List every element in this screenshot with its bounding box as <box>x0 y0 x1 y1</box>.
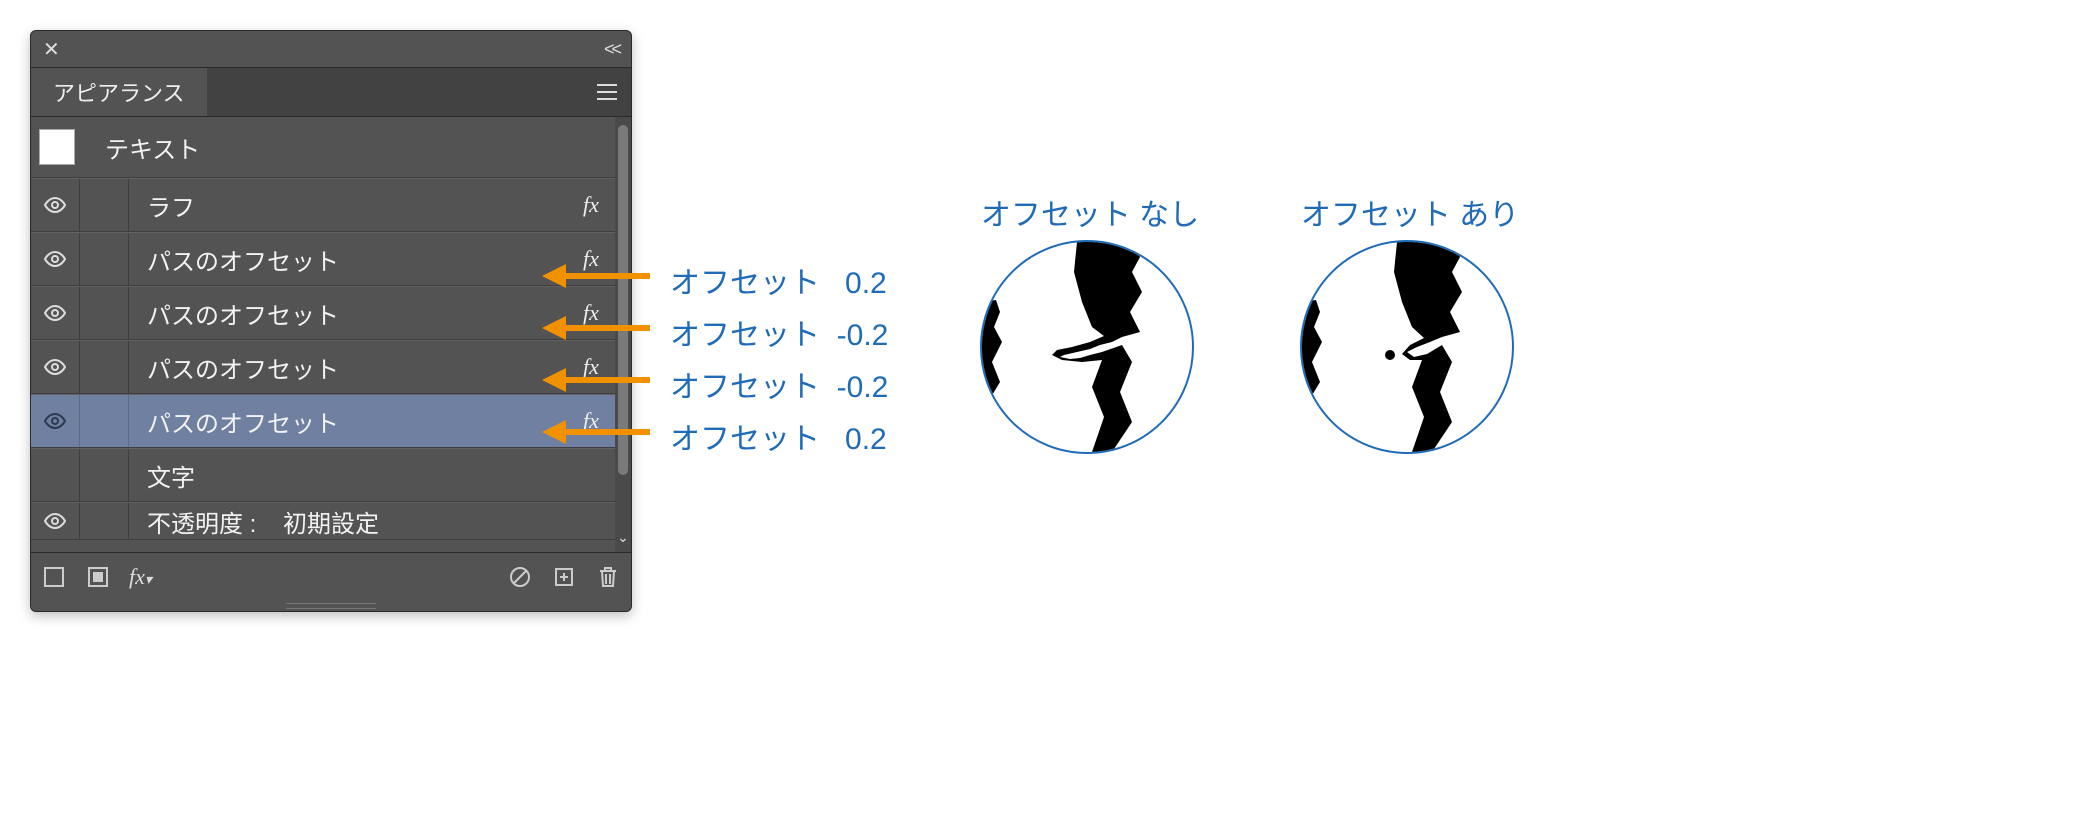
annotation-text-3: オフセット -0.2 <box>670 362 888 406</box>
visibility-toggle[interactable] <box>31 395 80 447</box>
row-label[interactable]: 不透明度 : <box>147 511 256 539</box>
preview-shape <box>1302 242 1512 452</box>
delete-item-button[interactable] <box>595 564 621 590</box>
visibility-toggle[interactable] <box>31 233 80 285</box>
row-effect-offset-path-4[interactable]: パスのオフセット fx <box>31 394 615 448</box>
chevron-down-icon[interactable]: ⌄ <box>615 529 631 546</box>
row-value[interactable]: 初期設定 <box>283 511 379 539</box>
add-effect-button[interactable]: fx▾ <box>129 564 152 590</box>
clear-appearance-button[interactable] <box>507 564 533 590</box>
duplicate-item-button[interactable] <box>551 564 577 590</box>
close-icon[interactable]: ✕ <box>43 37 60 62</box>
visibility-toggle[interactable] <box>31 449 80 501</box>
preview-title-with-offset: オフセット あり <box>1290 190 1530 234</box>
new-stroke-button[interactable] <box>41 564 67 590</box>
panel-tabbar: アピアランス <box>31 67 631 116</box>
panel-titlebar[interactable]: ✕ << <box>31 31 631 67</box>
row-effect-roughen[interactable]: ラフ fx <box>31 178 615 232</box>
row-label: 文字 <box>147 465 195 492</box>
row-label[interactable]: パスのオフセット <box>147 411 339 439</box>
appearance-list: テキスト ラフ fx <box>31 117 615 552</box>
annotation-text-1: オフセット 0.2 <box>670 258 887 302</box>
scrollbar-thumb[interactable] <box>618 125 628 475</box>
row-label: ラフ <box>147 195 195 222</box>
fx-icon[interactable]: fx <box>567 246 615 272</box>
row-characters[interactable]: 文字 <box>31 448 615 502</box>
row-opacity[interactable]: 不透明度 : 初期設定 <box>31 502 615 540</box>
new-fill-button[interactable] <box>85 564 111 590</box>
tab-appearance[interactable]: アピアランス <box>31 68 207 116</box>
visibility-toggle[interactable] <box>31 179 80 231</box>
collapse-icon[interactable]: << <box>604 39 619 60</box>
visibility-toggle[interactable] <box>31 287 80 339</box>
preview-circle-with-offset <box>1300 240 1514 454</box>
panel-footer: fx▾ <box>31 552 631 601</box>
row-label[interactable]: パスのオフセット <box>147 357 339 385</box>
panel-resize-grip[interactable] <box>31 601 631 611</box>
row-label[interactable]: パスのオフセット <box>147 303 339 331</box>
preview-circle-without-offset <box>980 240 1194 454</box>
row-label[interactable]: パスのオフセット <box>147 249 339 277</box>
preview-shape <box>982 242 1192 452</box>
panel-menu-button[interactable] <box>583 68 631 116</box>
fx-icon[interactable]: fx <box>567 300 615 326</box>
row-label: テキスト <box>105 137 200 164</box>
row-effect-offset-path-2[interactable]: パスのオフセット fx <box>31 286 615 340</box>
fx-icon[interactable]: fx <box>567 192 615 218</box>
annotation-text-2: オフセット -0.2 <box>670 310 888 354</box>
list-scrollbar[interactable]: ⌄ <box>615 117 631 552</box>
visibility-toggle[interactable] <box>31 341 80 393</box>
preview-title-without-offset: オフセット なし <box>970 190 1210 234</box>
row-target[interactable]: テキスト <box>31 117 615 178</box>
row-effect-offset-path-1[interactable]: パスのオフセット fx <box>31 232 615 286</box>
annotation-text-4: オフセット 0.2 <box>670 414 887 458</box>
target-swatch[interactable] <box>39 129 75 165</box>
row-effect-offset-path-3[interactable]: パスのオフセット fx <box>31 340 615 394</box>
visibility-toggle[interactable] <box>31 503 80 539</box>
tab-label: アピアランス <box>53 76 185 108</box>
